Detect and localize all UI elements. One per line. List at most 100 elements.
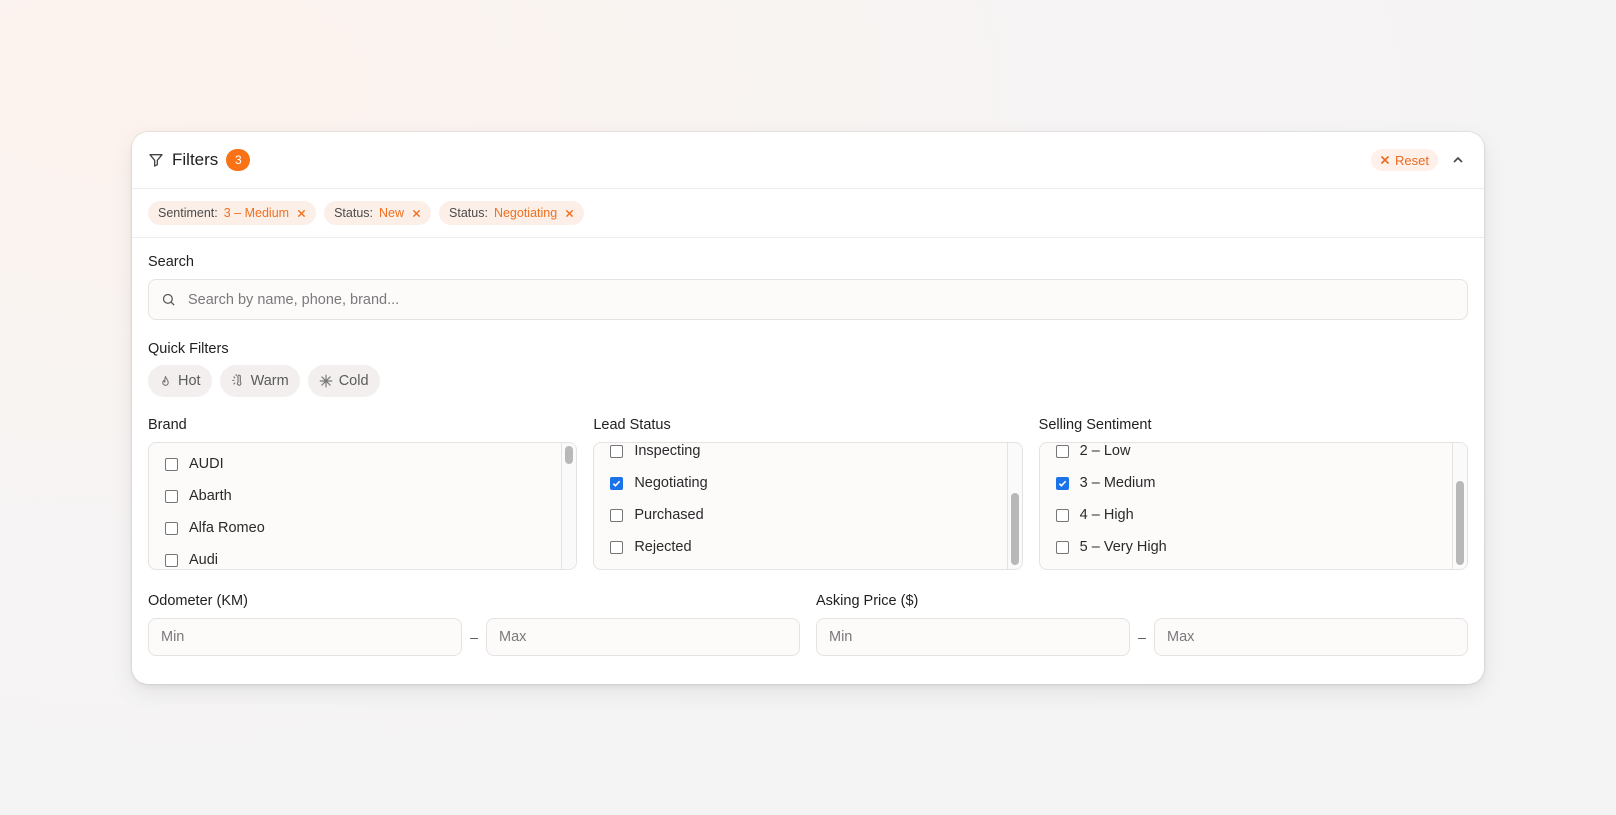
range-separator: – [470, 629, 478, 645]
checkbox-checked[interactable] [1055, 476, 1069, 490]
price-max-box [1154, 618, 1468, 656]
remove-chip-icon[interactable] [297, 209, 306, 218]
active-filter-count-badge: 3 [226, 149, 251, 171]
status-option-negotiating[interactable]: Negotiating [594, 467, 1005, 499]
snowflake-icon [319, 374, 333, 388]
sentiment-option-4[interactable]: 4 – High [1040, 499, 1451, 531]
checkbox[interactable] [165, 457, 178, 471]
status-option-purchased[interactable]: Purchased [594, 499, 1005, 531]
option-label: Purchased [634, 507, 704, 523]
selling-sentiment-scrollbar[interactable] [1451, 443, 1467, 569]
price-max-input[interactable] [1167, 629, 1455, 645]
checkbox-checked[interactable] [610, 476, 624, 490]
chip-key: Sentiment: [158, 206, 218, 220]
checkbox[interactable] [610, 540, 624, 554]
scroll-thumb[interactable] [1010, 493, 1019, 565]
active-filter-chip: Status: Negotiating [439, 201, 585, 225]
brand-option-abarth[interactable]: Abarth [149, 480, 560, 512]
quick-filter-label: Cold [338, 373, 369, 389]
quick-filters-label: Quick Filters [148, 341, 229, 357]
checkbox[interactable] [1055, 540, 1069, 554]
checkbox[interactable] [1055, 508, 1069, 522]
checkbox[interactable] [165, 489, 178, 503]
odometer-max-input[interactable] [499, 629, 787, 645]
selling-sentiment-label: Selling Sentiment [1038, 417, 1152, 433]
brand-option-audi[interactable]: Audi [149, 544, 560, 569]
checkbox[interactable] [610, 444, 624, 458]
quick-filter-hot[interactable]: Hot [148, 365, 212, 397]
option-label: Inspecting [634, 443, 701, 459]
asking-price-filter: Asking Price ($) – [816, 593, 1468, 656]
lead-status-scrollbar[interactable] [1006, 443, 1022, 569]
flame-icon [159, 375, 172, 388]
chip-key: Status: [334, 206, 373, 220]
chip-value: Negotiating [493, 206, 558, 220]
quick-filter-label: Warm [250, 373, 289, 389]
quick-filter-label: Hot [178, 373, 201, 389]
search-label: Search [148, 254, 194, 270]
chip-value: 3 – Medium [223, 206, 290, 220]
asking-price-label: Asking Price ($) [816, 593, 919, 609]
active-filter-chip: Status: New [324, 201, 432, 225]
sentiment-option-5[interactable]: 5 – Very High [1040, 531, 1451, 563]
lead-status-list[interactable]: Inspecting Negotiating Purchased Rejecte… [593, 442, 1023, 570]
range-separator: – [1138, 629, 1146, 645]
status-option-rejected[interactable]: Rejected [594, 531, 1005, 563]
status-option-inspecting[interactable]: Inspecting [594, 443, 1005, 467]
sentiment-option-3[interactable]: 3 – Medium [1040, 467, 1451, 499]
reset-label: Reset [1395, 152, 1429, 168]
sentiment-option-2[interactable]: 2 – Low [1040, 443, 1451, 467]
filters-header: Filters 3 Reset [132, 132, 1484, 189]
option-label: Abarth [189, 488, 232, 504]
brand-option-alfa-romeo[interactable]: Alfa Romeo [149, 512, 560, 544]
brand-filter: Brand AUDI Abarth Alfa Romeo Audi [148, 417, 578, 570]
selling-sentiment-list[interactable]: 2 – Low 3 – Medium 4 – High 5 – Very Hig… [1038, 442, 1468, 570]
asking-price-range: – [816, 618, 1468, 656]
brand-scrollbar[interactable] [561, 443, 577, 569]
quick-filter-cold[interactable]: Cold [307, 365, 380, 397]
collapse-button[interactable] [1448, 150, 1468, 170]
option-label: 2 – Low [1079, 443, 1131, 459]
option-label: 5 – Very High [1079, 539, 1167, 555]
quick-filters-row: Hot Warm Cold [148, 365, 1468, 397]
option-label: 3 – Medium [1079, 475, 1156, 491]
brand-option-audi-upper[interactable]: AUDI [149, 448, 560, 480]
remove-chip-icon[interactable] [412, 209, 421, 218]
odometer-max-box [486, 618, 800, 656]
search-icon [161, 292, 176, 307]
remove-chip-icon[interactable] [565, 209, 574, 218]
odometer-min-input[interactable] [161, 629, 449, 645]
checkbox[interactable] [1055, 444, 1069, 458]
option-label: Audi [189, 552, 219, 568]
close-icon [1380, 155, 1390, 165]
odometer-label: Odometer (KM) [148, 593, 248, 609]
quick-filter-warm[interactable]: Warm [219, 365, 300, 397]
filter-funnel-icon [148, 152, 164, 168]
brand-label: Brand [148, 417, 187, 433]
scroll-thumb[interactable] [565, 446, 574, 464]
option-label: AUDI [189, 456, 224, 472]
odometer-min-box [148, 618, 462, 656]
chip-key: Status: [449, 206, 488, 220]
option-label: Rejected [634, 539, 692, 555]
search-box [148, 279, 1468, 320]
checkbox[interactable] [165, 553, 178, 567]
chevron-up-icon [1452, 154, 1464, 166]
selling-sentiment-filter: Selling Sentiment 2 – Low 3 – Medium 4 –… [1038, 417, 1468, 570]
scroll-thumb[interactable] [1455, 481, 1464, 565]
price-min-input[interactable] [829, 629, 1117, 645]
lead-status-filter: Lead Status Inspecting Negotiating Purch… [593, 417, 1023, 570]
range-filters: Odometer (KM) – Asking Price ($) – [148, 593, 1468, 656]
price-min-box [816, 618, 1130, 656]
checkbox[interactable] [165, 521, 178, 535]
option-label: Alfa Romeo [189, 520, 265, 536]
option-label: Negotiating [634, 475, 708, 491]
option-lists: Brand AUDI Abarth Alfa Romeo Audi Lead S… [148, 417, 1468, 570]
brand-list[interactable]: AUDI Abarth Alfa Romeo Audi [148, 442, 578, 570]
filters-title: Filters [172, 150, 219, 169]
checkbox[interactable] [610, 508, 624, 522]
option-label: 4 – High [1079, 507, 1134, 523]
search-input[interactable] [188, 291, 1455, 308]
reset-button[interactable]: Reset [1371, 149, 1438, 171]
odometer-range: – [148, 618, 800, 656]
